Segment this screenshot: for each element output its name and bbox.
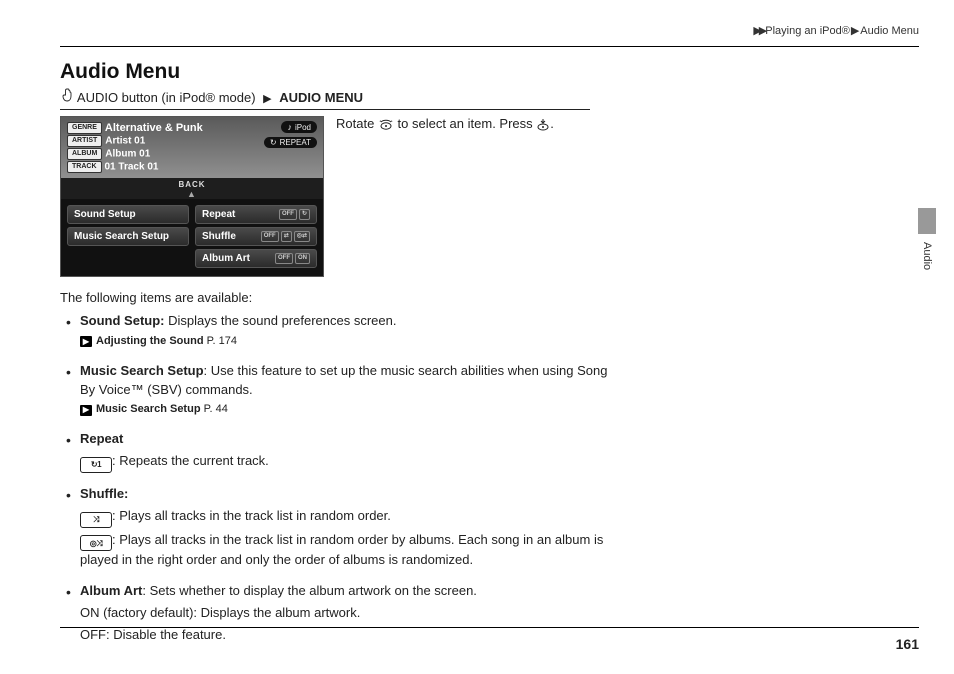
repeat-badge: ↻REPEAT (264, 137, 317, 148)
shot-shuffle: ShuffleOFF⇄◎⇄ (195, 227, 317, 246)
xref-icon: ▶ (80, 405, 92, 416)
press-dial-icon (536, 117, 550, 131)
item-shuffle: Shuffle: ⤨: Plays all tracks in the trac… (60, 485, 620, 570)
intro-text: The following items are available: (60, 289, 620, 308)
item-repeat: Repeat ↻1: Repeats the current track. (60, 430, 620, 473)
shuffle-album-icon: ◎⤨ (80, 535, 112, 551)
repeat-one-icon: ↻1 (80, 457, 112, 473)
shot-sound-setup: Sound Setup (67, 205, 189, 224)
ipod-badge: ♪iPod (281, 121, 317, 133)
item-music-search-setup: Music Search Setup: Use this feature to … (60, 362, 620, 419)
item-sound-setup: Sound Setup: Displays the sound preferen… (60, 312, 620, 350)
breadcrumb: ▶▶Playing an iPod®▶Audio Menu (753, 24, 919, 37)
page-number: 161 (896, 636, 919, 652)
shot-album-art: Album ArtOFFON (195, 249, 317, 268)
shot-repeat: RepeatOFF↻ (195, 205, 317, 224)
xref-icon: ▶ (80, 336, 92, 347)
screenshot-audio-menu: GENREAlternative & Punk ARTISTArtist 01 … (60, 116, 324, 277)
operation-line: AUDIO button (in iPod® mode) ▶ AUDIO MEN… (60, 88, 590, 110)
side-tab: Audio (918, 208, 936, 270)
page-title: Audio Menu (60, 60, 894, 84)
item-album-art: Album Art: Sets whether to display the a… (60, 582, 620, 645)
rotate-dial-icon (378, 117, 394, 131)
shuffle-icon: ⤨ (80, 512, 112, 528)
instruction-text: Rotate to select an item. Press . (336, 116, 554, 131)
shot-music-search-setup: Music Search Setup (67, 227, 189, 246)
finger-icon (60, 88, 74, 105)
